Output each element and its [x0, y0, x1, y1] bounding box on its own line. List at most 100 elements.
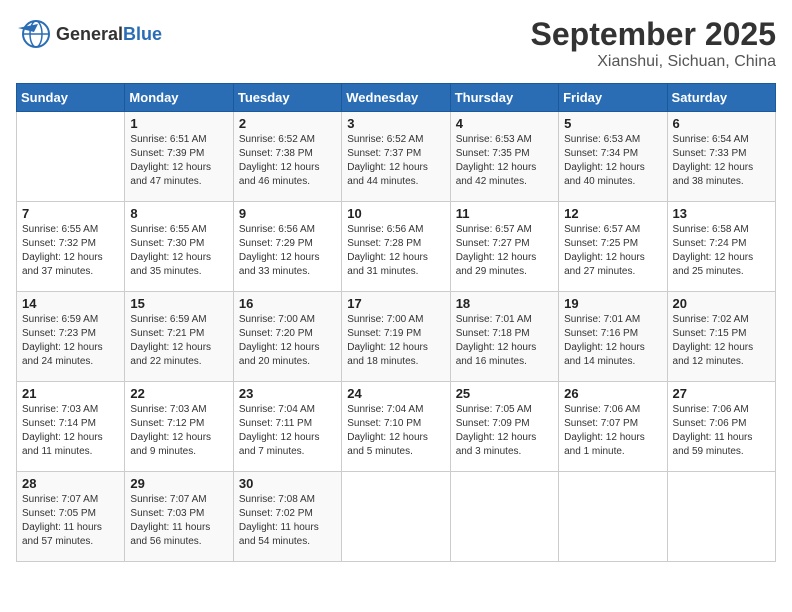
day-info: Sunrise: 6:53 AM Sunset: 7:34 PM Dayligh… — [564, 133, 661, 189]
day-info: Sunrise: 7:01 AM Sunset: 7:18 PM Dayligh… — [456, 313, 553, 369]
day-info: Sunrise: 6:55 AM Sunset: 7:32 PM Dayligh… — [22, 223, 119, 279]
calendar-cell: 14 Sunrise: 6:59 AM Sunset: 7:23 PM Dayli… — [17, 292, 125, 382]
day-number: 2 — [239, 116, 336, 131]
day-info: Sunrise: 7:00 AM Sunset: 7:20 PM Dayligh… — [239, 313, 336, 369]
calendar-cell — [667, 472, 775, 562]
day-number: 27 — [673, 386, 770, 401]
calendar-cell: 27 Sunrise: 7:06 AM Sunset: 7:06 PM Dayli… — [667, 382, 775, 472]
day-info: Sunrise: 7:07 AM Sunset: 7:03 PM Dayligh… — [130, 493, 227, 549]
logo-text: GeneralBlue — [56, 24, 162, 45]
calendar-week-2: 7 Sunrise: 6:55 AM Sunset: 7:32 PM Daylig… — [17, 202, 776, 292]
calendar-cell: 26 Sunrise: 7:06 AM Sunset: 7:07 PM Dayli… — [559, 382, 667, 472]
day-info: Sunrise: 7:00 AM Sunset: 7:19 PM Dayligh… — [347, 313, 444, 369]
column-header-sunday: Sunday — [17, 84, 125, 112]
day-number: 22 — [130, 386, 227, 401]
calendar-cell: 7 Sunrise: 6:55 AM Sunset: 7:32 PM Daylig… — [17, 202, 125, 292]
day-info: Sunrise: 6:59 AM Sunset: 7:23 PM Dayligh… — [22, 313, 119, 369]
calendar-cell: 25 Sunrise: 7:05 AM Sunset: 7:09 PM Dayli… — [450, 382, 558, 472]
calendar-cell: 17 Sunrise: 7:00 AM Sunset: 7:19 PM Dayli… — [342, 292, 450, 382]
calendar-cell: 28 Sunrise: 7:07 AM Sunset: 7:05 PM Dayli… — [17, 472, 125, 562]
location-title: Xianshui, Sichuan, China — [531, 53, 776, 71]
calendar-cell: 16 Sunrise: 7:00 AM Sunset: 7:20 PM Dayli… — [233, 292, 341, 382]
calendar-cell: 18 Sunrise: 7:01 AM Sunset: 7:18 PM Dayli… — [450, 292, 558, 382]
day-number: 7 — [22, 206, 119, 221]
day-info: Sunrise: 6:52 AM Sunset: 7:37 PM Dayligh… — [347, 133, 444, 189]
logo-blue: Blue — [123, 24, 162, 44]
day-number: 4 — [456, 116, 553, 131]
calendar-cell: 8Sunrise: 6:55 AM Sunset: 7:30 PM Daylig… — [125, 202, 233, 292]
day-number: 18 — [456, 296, 553, 311]
day-info: Sunrise: 6:51 AM Sunset: 7:39 PM Dayligh… — [130, 133, 227, 189]
day-info: Sunrise: 7:01 AM Sunset: 7:16 PM Dayligh… — [564, 313, 661, 369]
calendar-week-3: 14 Sunrise: 6:59 AM Sunset: 7:23 PM Dayli… — [17, 292, 776, 382]
day-number: 3 — [347, 116, 444, 131]
calendar-cell: 1 Sunrise: 6:51 AM Sunset: 7:39 PM Daylig… — [125, 112, 233, 202]
calendar-cell: 6 Sunrise: 6:54 AM Sunset: 7:33 PM Daylig… — [667, 112, 775, 202]
day-info: Sunrise: 7:03 AM Sunset: 7:12 PM Dayligh… — [130, 403, 227, 459]
day-number: 17 — [347, 296, 444, 311]
day-number: 1 — [130, 116, 227, 131]
calendar-cell: 19Sunrise: 7:01 AM Sunset: 7:16 PM Dayli… — [559, 292, 667, 382]
day-info: Sunrise: 7:07 AM Sunset: 7:05 PM Dayligh… — [22, 493, 119, 549]
calendar-cell: 10Sunrise: 6:56 AM Sunset: 7:28 PM Dayli… — [342, 202, 450, 292]
calendar-body: 1 Sunrise: 6:51 AM Sunset: 7:39 PM Daylig… — [17, 112, 776, 562]
column-header-tuesday: Tuesday — [233, 84, 341, 112]
logo: GeneralBlue — [16, 16, 162, 52]
calendar-cell — [17, 112, 125, 202]
day-number: 13 — [673, 206, 770, 221]
column-header-friday: Friday — [559, 84, 667, 112]
page-header: GeneralBlue September 2025 Xianshui, Sic… — [16, 16, 776, 71]
logo-icon — [16, 16, 52, 52]
column-header-wednesday: Wednesday — [342, 84, 450, 112]
day-number: 6 — [673, 116, 770, 131]
calendar-week-1: 1 Sunrise: 6:51 AM Sunset: 7:39 PM Daylig… — [17, 112, 776, 202]
day-info: Sunrise: 7:03 AM Sunset: 7:14 PM Dayligh… — [22, 403, 119, 459]
day-number: 28 — [22, 476, 119, 491]
day-info: Sunrise: 6:57 AM Sunset: 7:25 PM Dayligh… — [564, 223, 661, 279]
day-number: 21 — [22, 386, 119, 401]
calendar-cell: 21 Sunrise: 7:03 AM Sunset: 7:14 PM Dayli… — [17, 382, 125, 472]
calendar-cell: 13 Sunrise: 6:58 AM Sunset: 7:24 PM Dayli… — [667, 202, 775, 292]
calendar-cell: 4 Sunrise: 6:53 AM Sunset: 7:35 PM Daylig… — [450, 112, 558, 202]
calendar-cell: 2 Sunrise: 6:52 AM Sunset: 7:38 PM Daylig… — [233, 112, 341, 202]
day-info: Sunrise: 7:05 AM Sunset: 7:09 PM Dayligh… — [456, 403, 553, 459]
calendar-cell: 12 Sunrise: 6:57 AM Sunset: 7:25 PM Dayli… — [559, 202, 667, 292]
day-info: Sunrise: 7:06 AM Sunset: 7:07 PM Dayligh… — [564, 403, 661, 459]
day-info: Sunrise: 6:53 AM Sunset: 7:35 PM Dayligh… — [456, 133, 553, 189]
day-info: Sunrise: 7:04 AM Sunset: 7:10 PM Dayligh… — [347, 403, 444, 459]
day-number: 23 — [239, 386, 336, 401]
calendar-cell: 23Sunrise: 7:04 AM Sunset: 7:11 PM Dayli… — [233, 382, 341, 472]
day-number: 24 — [347, 386, 444, 401]
day-info: Sunrise: 6:57 AM Sunset: 7:27 PM Dayligh… — [456, 223, 553, 279]
day-number: 12 — [564, 206, 661, 221]
day-info: Sunrise: 7:02 AM Sunset: 7:15 PM Dayligh… — [673, 313, 770, 369]
day-number: 8 — [130, 206, 227, 221]
column-header-saturday: Saturday — [667, 84, 775, 112]
day-info: Sunrise: 6:54 AM Sunset: 7:33 PM Dayligh… — [673, 133, 770, 189]
day-number: 26 — [564, 386, 661, 401]
day-number: 15 — [130, 296, 227, 311]
column-header-monday: Monday — [125, 84, 233, 112]
day-number: 30 — [239, 476, 336, 491]
day-number: 16 — [239, 296, 336, 311]
day-info: Sunrise: 6:58 AM Sunset: 7:24 PM Dayligh… — [673, 223, 770, 279]
day-number: 5 — [564, 116, 661, 131]
calendar-cell: 30 Sunrise: 7:08 AM Sunset: 7:02 PM Dayli… — [233, 472, 341, 562]
calendar-cell: 24 Sunrise: 7:04 AM Sunset: 7:10 PM Dayli… — [342, 382, 450, 472]
day-info: Sunrise: 6:59 AM Sunset: 7:21 PM Dayligh… — [130, 313, 227, 369]
calendar-cell: 29Sunrise: 7:07 AM Sunset: 7:03 PM Dayli… — [125, 472, 233, 562]
day-number: 11 — [456, 206, 553, 221]
calendar-table: SundayMondayTuesdayWednesdayThursdayFrid… — [16, 83, 776, 562]
calendar-cell: 3 Sunrise: 6:52 AM Sunset: 7:37 PM Daylig… — [342, 112, 450, 202]
day-number: 10 — [347, 206, 444, 221]
day-number: 25 — [456, 386, 553, 401]
calendar-cell: 5 Sunrise: 6:53 AM Sunset: 7:34 PM Daylig… — [559, 112, 667, 202]
calendar-cell: 9Sunrise: 6:56 AM Sunset: 7:29 PM Daylig… — [233, 202, 341, 292]
day-info: Sunrise: 7:06 AM Sunset: 7:06 PM Dayligh… — [673, 403, 770, 459]
calendar-cell — [559, 472, 667, 562]
day-number: 14 — [22, 296, 119, 311]
day-info: Sunrise: 7:08 AM Sunset: 7:02 PM Dayligh… — [239, 493, 336, 549]
calendar-week-5: 28 Sunrise: 7:07 AM Sunset: 7:05 PM Dayli… — [17, 472, 776, 562]
month-title: September 2025 — [531, 16, 776, 53]
day-info: Sunrise: 6:52 AM Sunset: 7:38 PM Dayligh… — [239, 133, 336, 189]
